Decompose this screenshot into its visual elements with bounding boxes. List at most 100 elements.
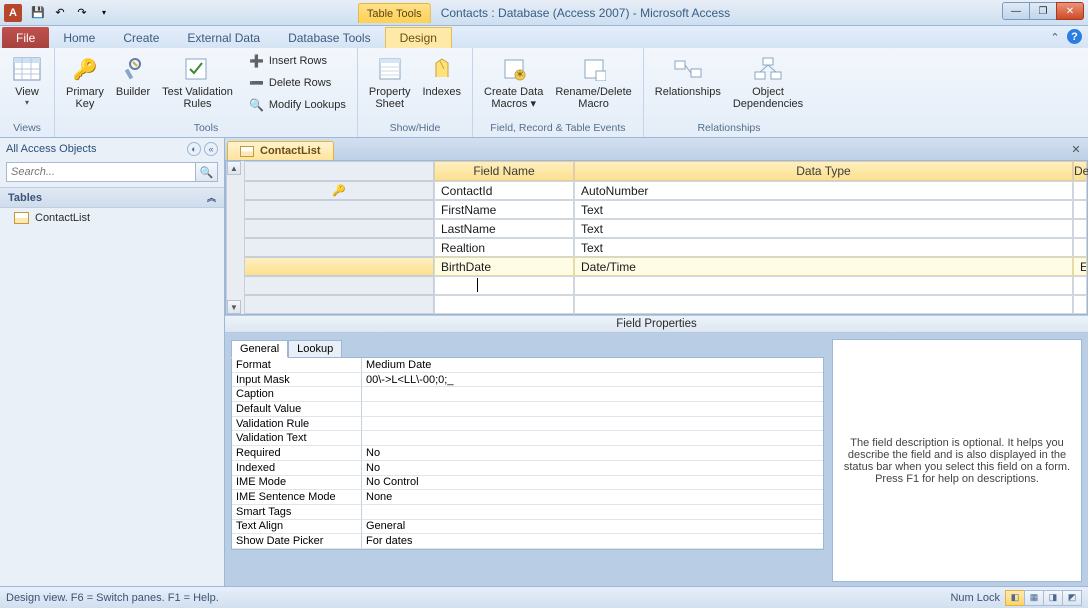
view-pivottable-button[interactable]: ◨ — [1043, 590, 1063, 606]
property-row[interactable]: FormatMedium Date — [232, 358, 823, 373]
property-row[interactable]: RequiredNo — [232, 446, 823, 461]
property-row[interactable]: Input Mask00\->L<LL\-00;0;_ — [232, 373, 823, 388]
row-selector[interactable] — [244, 276, 434, 295]
property-row[interactable]: Show Date PickerFor dates — [232, 534, 823, 549]
test-validation-rules-button[interactable]: Test Validation Rules — [157, 50, 238, 113]
description-cell[interactable] — [1073, 219, 1087, 238]
tab-design[interactable]: Design — [385, 27, 452, 48]
property-row[interactable]: Validation Rule — [232, 417, 823, 432]
row-selector[interactable] — [244, 238, 434, 257]
property-value[interactable]: For dates — [362, 534, 823, 549]
document-close-button[interactable]: ✕ — [1068, 141, 1084, 157]
property-row[interactable]: IME ModeNo Control — [232, 476, 823, 491]
description-cell[interactable] — [1073, 238, 1087, 257]
rename-delete-macro-button[interactable]: Rename/Delete Macro — [550, 50, 636, 113]
description-cell[interactable] — [1073, 200, 1087, 219]
object-dependencies-button[interactable]: Object Dependencies — [728, 50, 808, 113]
data-type-cell[interactable]: AutoNumber — [574, 181, 1073, 200]
row-selector[interactable]: 🔑 — [244, 181, 434, 200]
property-value[interactable]: No — [362, 461, 823, 476]
property-value[interactable] — [362, 505, 823, 520]
description-cell[interactable] — [1073, 295, 1087, 314]
description-cell[interactable] — [1073, 181, 1087, 200]
property-value[interactable]: 00\->L<LL\-00;0;_ — [362, 373, 823, 388]
column-header-field-name[interactable]: Field Name — [434, 161, 574, 181]
tab-database-tools[interactable]: Database Tools — [274, 27, 385, 48]
property-row[interactable]: Smart Tags — [232, 505, 823, 520]
property-value[interactable]: No — [362, 446, 823, 461]
data-type-cell[interactable] — [574, 295, 1073, 314]
tab-home[interactable]: Home — [49, 27, 109, 48]
property-row[interactable]: IndexedNo — [232, 461, 823, 476]
nav-group-tables[interactable]: Tables ︽ — [0, 187, 224, 208]
row-selector[interactable] — [244, 257, 434, 276]
indexes-button[interactable]: Indexes — [418, 50, 467, 101]
property-value[interactable]: General — [362, 520, 823, 535]
tab-create[interactable]: Create — [109, 27, 173, 48]
window-close-button[interactable]: ✕ — [1056, 2, 1084, 20]
delete-rows-button[interactable]: ➖Delete Rows — [244, 72, 351, 94]
builder-button[interactable]: Builder — [111, 50, 155, 101]
view-button[interactable]: View ▾ — [6, 50, 48, 110]
field-name-cell[interactable]: ContactId — [434, 181, 574, 200]
ribbon-minimize-icon[interactable]: ⌃ — [1047, 29, 1063, 45]
vertical-scrollbar[interactable]: ▲ ▼ — [226, 161, 244, 314]
data-type-cell[interactable] — [574, 276, 1073, 295]
document-tab-contactlist[interactable]: ContactList — [227, 141, 334, 160]
description-cell[interactable] — [1073, 276, 1087, 295]
scroll-down-icon[interactable]: ▼ — [227, 300, 241, 314]
view-pivotchart-button[interactable]: ◩ — [1062, 590, 1082, 606]
nav-collapse-icon[interactable]: « — [204, 142, 218, 156]
window-restore-button[interactable]: ❐ — [1029, 2, 1057, 20]
property-value[interactable] — [362, 417, 823, 432]
field-name-cell[interactable]: BirthDate — [434, 257, 574, 276]
view-datasheet-button[interactable]: ▦ — [1024, 590, 1044, 606]
property-row[interactable]: Text AlignGeneral — [232, 520, 823, 535]
primary-key-button[interactable]: 🔑 Primary Key — [61, 50, 109, 113]
property-value[interactable]: No Control — [362, 476, 823, 491]
row-selector[interactable] — [244, 200, 434, 219]
description-cell[interactable]: Enter date as 01 jan 77 — [1073, 257, 1087, 276]
row-selector[interactable] — [244, 295, 434, 314]
field-name-cell[interactable]: FirstName — [434, 200, 574, 219]
design-grid[interactable]: Field Name Data Type Description 🔑Contac… — [226, 161, 1087, 314]
field-name-cell[interactable]: Realtion — [434, 238, 574, 257]
property-row[interactable]: IME Sentence ModeNone — [232, 490, 823, 505]
nav-item-contactlist[interactable]: ContactList — [0, 208, 224, 228]
property-value[interactable] — [362, 431, 823, 446]
scroll-up-icon[interactable]: ▲ — [227, 161, 241, 175]
data-type-cell[interactable]: Date/Time — [574, 257, 1073, 276]
insert-rows-button[interactable]: ➕Insert Rows — [244, 50, 351, 72]
qat-redo-icon[interactable]: ↷ — [73, 4, 91, 22]
relationships-button[interactable]: Relationships — [650, 50, 726, 101]
nav-header[interactable]: All Access Objects ◐ « — [0, 138, 224, 160]
property-table[interactable]: FormatMedium DateInput Mask00\->L<LL\-00… — [231, 357, 824, 550]
create-data-macros-button[interactable]: ✶ Create Data Macros ▾ — [479, 50, 548, 113]
help-icon[interactable]: ? — [1067, 29, 1082, 44]
property-value[interactable] — [362, 387, 823, 402]
property-sheet-button[interactable]: Property Sheet — [364, 50, 416, 113]
property-row[interactable]: Validation Text — [232, 431, 823, 446]
qat-save-icon[interactable]: 💾 — [29, 4, 47, 22]
qat-undo-icon[interactable]: ↶ — [51, 4, 69, 22]
view-design-button[interactable]: ◧ — [1005, 590, 1025, 606]
search-icon[interactable]: 🔍 — [196, 162, 218, 182]
window-minimize-button[interactable]: — — [1002, 2, 1030, 20]
field-name-cell[interactable] — [434, 276, 574, 295]
tab-external-data[interactable]: External Data — [173, 27, 274, 48]
tab-file[interactable]: File — [2, 27, 49, 48]
property-value[interactable]: Medium Date — [362, 358, 823, 373]
data-type-cell[interactable]: Text — [574, 238, 1073, 257]
column-header-data-type[interactable]: Data Type — [574, 161, 1073, 181]
modify-lookups-button[interactable]: 🔍Modify Lookups — [244, 94, 351, 116]
nav-filter-icon[interactable]: ◐ — [187, 142, 201, 156]
column-header-description[interactable]: Description — [1073, 161, 1087, 181]
tab-general[interactable]: General — [231, 340, 288, 358]
property-value[interactable]: None — [362, 490, 823, 505]
data-type-cell[interactable]: Text — [574, 219, 1073, 238]
nav-search-input[interactable] — [6, 162, 196, 182]
field-name-cell[interactable]: LastName — [434, 219, 574, 238]
qat-customize-icon[interactable]: ▾ — [95, 4, 113, 22]
property-row[interactable]: Default Value — [232, 402, 823, 417]
field-name-cell[interactable] — [434, 295, 574, 314]
